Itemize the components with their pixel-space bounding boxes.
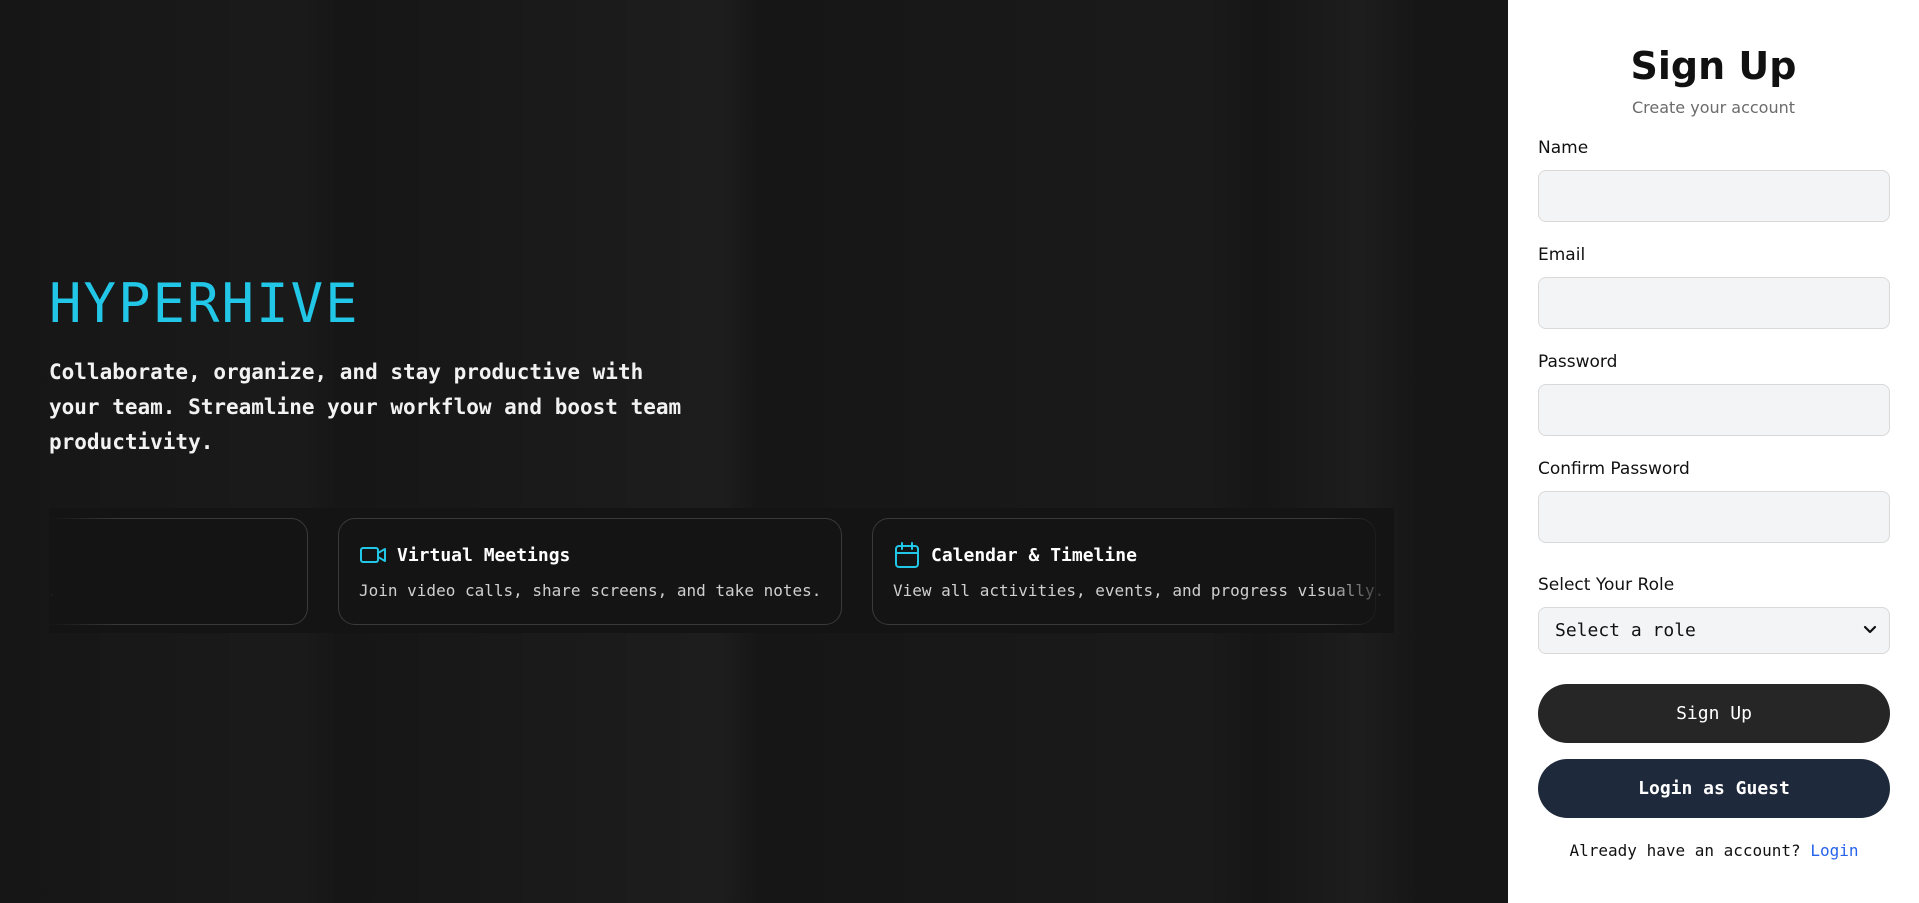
login-as-guest-button[interactable]: Login as Guest — [1538, 759, 1890, 818]
calendar-icon — [893, 541, 921, 569]
feature-description: t notes with versioning. — [49, 581, 287, 600]
chevron-down-icon — [1863, 623, 1877, 639]
feature-title: Calendar & Timeline — [931, 544, 1137, 566]
video-camera-icon — [359, 541, 387, 569]
feature-description: Join video calls, share screens, and tak… — [359, 581, 822, 600]
role-label: Select Your Role — [1538, 575, 1675, 595]
role-select[interactable]: Select a role — [1538, 607, 1890, 654]
login-prompt-row: Already have an account? Login — [1538, 841, 1890, 860]
features-carousel: s t notes with versioning. Virtual Meeti… — [49, 508, 1394, 633]
signup-panel: Sign Up Create your account Name Email P… — [1508, 0, 1919, 903]
signup-page: HYPERHIVE Collaborate, organize, and sta… — [0, 0, 1919, 903]
name-field-group: Name — [1538, 138, 1890, 222]
email-label: Email — [1538, 245, 1586, 265]
brand-title: HYPERHIVE — [49, 272, 360, 335]
role-select-value: Select a role — [1555, 620, 1696, 641]
password-label: Password — [1538, 352, 1618, 372]
confirm-password-label: Confirm Password — [1538, 459, 1690, 479]
name-label: Name — [1538, 138, 1589, 158]
feature-card-header: Virtual Meetings — [359, 543, 821, 567]
feature-card-header: s — [49, 543, 287, 567]
form-title: Sign Up — [1630, 44, 1797, 88]
login-link[interactable]: Login — [1810, 841, 1858, 860]
feature-card-header: Calendar & Timeline — [893, 541, 1355, 569]
password-input[interactable] — [1538, 384, 1890, 436]
feature-title: Virtual Meetings — [397, 544, 571, 566]
email-input[interactable] — [1538, 277, 1890, 329]
email-field-group: Email — [1538, 245, 1890, 329]
features-track: s t notes with versioning. Virtual Meeti… — [49, 518, 1385, 625]
login-prompt-text: Already have an account? — [1569, 841, 1811, 860]
feature-card-virtual-meetings: Virtual Meetings Join video calls, share… — [338, 518, 842, 625]
hero-tagline: Collaborate, organize, and stay producti… — [49, 360, 682, 454]
form-subtitle: Create your account — [1631, 98, 1796, 117]
name-input[interactable] — [1538, 170, 1890, 222]
confirm-password-field-group: Confirm Password — [1538, 459, 1890, 543]
feature-card-calendar: Calendar & Timeline View all activities,… — [872, 518, 1385, 625]
sign-up-button[interactable]: Sign Up — [1538, 684, 1890, 743]
feature-description: View all activities, events, and progres… — [893, 581, 1385, 600]
confirm-password-input[interactable] — [1538, 491, 1890, 543]
role-field-group: Select Your Role Select a role — [1538, 575, 1890, 654]
password-field-group: Password — [1538, 352, 1890, 436]
feature-card-notes: s t notes with versioning. — [49, 518, 308, 625]
hero-section: HYPERHIVE Collaborate, organize, and sta… — [0, 0, 1508, 903]
